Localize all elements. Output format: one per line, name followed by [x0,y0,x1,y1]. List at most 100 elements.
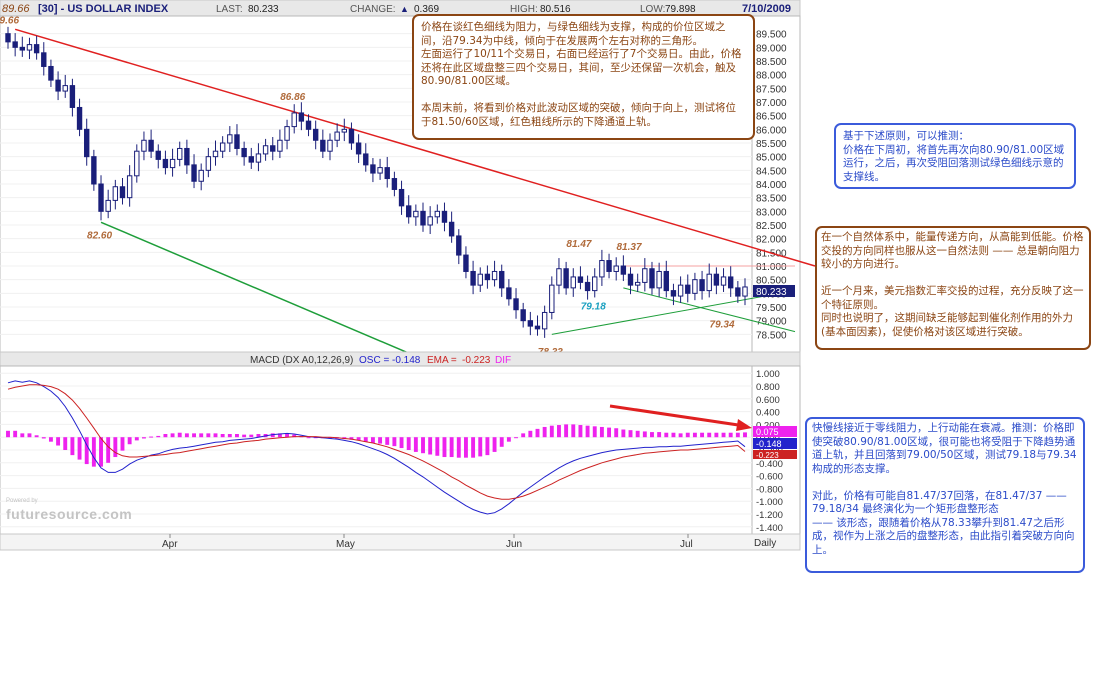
analysis-note-macd: 快慢线接近于零线阻力，上行动能在衰减。推测：价格即使突破80.90/81.00区… [805,417,1085,573]
candle-body [198,169,204,182]
macd-histogram-bar [743,432,747,438]
price-annotation-label: 81.47 [566,239,591,250]
candle-body [577,276,584,283]
candle-body [441,210,448,223]
candle-body [298,112,305,122]
candle-body [284,126,290,141]
candle-body [241,147,247,158]
price-tick-label: 84.500 [756,166,787,177]
candle-body [470,270,476,286]
candle-body [670,290,677,297]
macd-tick-label: 0.800 [756,382,780,393]
macd-histogram-bar [585,425,590,438]
macd-histogram-bar [235,434,239,438]
candle-body [456,235,462,256]
candle-body [155,150,161,160]
macd-histogram-bar [170,433,175,438]
candle-body [91,156,97,185]
candle-body [634,281,641,286]
candle-body [62,85,68,92]
macd-histogram-bar [650,432,654,438]
macd-histogram-bar [692,432,697,438]
candle-body [527,320,534,327]
candle-body [355,142,362,155]
candle-body [642,268,648,283]
macd-tick-label: -1.000 [756,497,783,508]
macd-histogram-bar [421,437,425,454]
macd-histogram-bar [678,433,683,438]
candle-body [592,276,598,292]
macd-tick-label: -0.600 [756,472,783,483]
price-tick-label: 89.500 [756,30,787,41]
candle-body [162,158,169,169]
macd-histogram-bar [499,437,504,447]
candle-body [191,164,197,182]
macd-tick-label: 0.400 [756,408,780,419]
candle-body [312,128,319,141]
macd-histogram-bar [48,437,53,442]
macd-histogram-bar [220,434,225,438]
candle-body [727,276,734,289]
candle-body [677,284,684,297]
price-tick-label: 82.500 [756,221,787,232]
candle-body [205,156,212,171]
last-price-tag-text: 80.233 [756,287,787,298]
macd-histogram-bar [142,437,146,439]
candle-body [98,183,104,212]
x-tick-label: Jul [680,539,693,550]
macd-histogram-bar [127,437,132,445]
price-tick-label: 83.500 [756,194,787,205]
macd-histogram-bar [642,431,647,438]
candle-body [627,273,634,286]
candle-body [141,139,147,152]
candle-body [491,270,498,281]
candle-body [234,134,240,149]
macd-histogram-bar [535,428,540,438]
price-annotation-label: 89.66 [0,15,19,26]
candle-body [26,44,33,51]
candle-body [584,281,591,292]
macd-histogram-bar [628,430,633,438]
candle-body [692,279,698,294]
macd-histogram-bar [77,437,82,460]
macd-histogram-bar [156,435,161,438]
candle-body [320,139,326,152]
candle-body [720,276,727,286]
candle-body [134,150,140,177]
macd-histogram-bar [370,437,375,443]
macd-histogram-bar [506,437,511,442]
macd-legend-dif-label: DIF [495,355,511,366]
candle-body [663,270,669,292]
macd-histogram-bar [728,432,733,438]
macd-histogram-bar [149,436,154,438]
macd-tick-label: 0.600 [756,395,780,406]
macd-histogram-bar [177,432,182,438]
macd-tick-label: -0.800 [756,484,783,495]
candle-body [212,150,219,158]
candle-body [377,167,383,174]
macd-histogram-bar [557,425,561,438]
candle-body [69,85,76,108]
macd-histogram-bar [735,432,740,438]
macd-histogram-bar [199,433,204,438]
candle-body [384,167,390,180]
change-arrow-icon: ▲ [400,4,409,14]
price-annotation-label: 81.37 [617,242,642,253]
macd-histogram-bar [91,437,96,467]
candle-body [277,139,283,152]
macd-legend-osc-value: -0.148 [392,355,421,366]
macd-histogram-bar [56,437,61,446]
macd-histogram-bar [485,437,490,456]
watermark-powered-by: Powered by [6,498,38,504]
candle-body [12,41,18,48]
macd-tag-ema: -0.223 [756,451,779,460]
macd-histogram-bar [549,425,554,438]
candle-body [327,139,333,152]
macd-tick-label: -1.200 [756,510,783,521]
candle-body [463,254,469,272]
macd-histogram-bar [227,434,232,438]
candle-body [19,46,26,51]
macd-tick-label: -0.400 [756,459,783,470]
macd-histogram-bar [184,433,189,438]
symbol-title: [30] - US DOLLAR INDEX [38,3,169,15]
